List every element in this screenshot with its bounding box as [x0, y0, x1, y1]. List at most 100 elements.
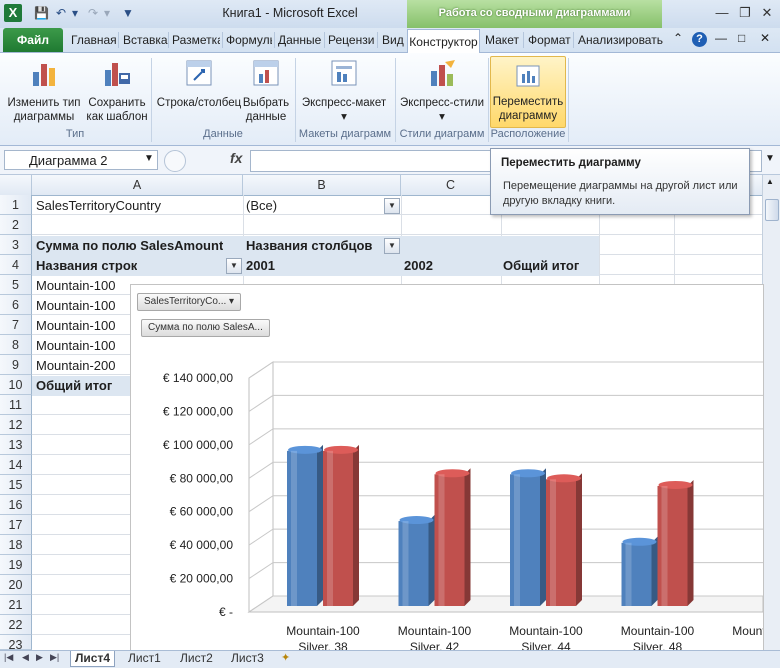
tab-page-layout[interactable]: Разметка [172, 33, 220, 47]
undo-icon[interactable]: ↶ [56, 6, 66, 20]
row-header[interactable]: 12 [0, 415, 32, 435]
cell-a7[interactable]: Mountain-100 [36, 316, 130, 336]
row-header[interactable]: 15 [0, 475, 32, 495]
switch-row-column-button[interactable]: Строка/столбец [155, 58, 243, 110]
change-chart-type-button[interactable]: Изменить тип диаграммы [6, 58, 82, 124]
row-header[interactable]: 2 [0, 215, 32, 235]
row-header[interactable]: 22 [0, 615, 32, 635]
cell-a1[interactable]: SalesTerritoryCountry [36, 196, 161, 216]
cell-a8[interactable]: Mountain-100 [36, 336, 130, 356]
tab-view[interactable]: Вид [382, 33, 404, 47]
sheet-tab[interactable]: Лист2 [176, 651, 217, 666]
excel-app-icon[interactable]: X [4, 4, 22, 22]
tab-data[interactable]: Данные [278, 33, 321, 47]
minimize-icon[interactable]: — [712, 4, 732, 22]
row-header[interactable]: 7 [0, 315, 32, 335]
row-header[interactable]: 4 [0, 255, 32, 275]
row-header[interactable]: 23 [0, 635, 32, 652]
close-icon[interactable]: ✕ [757, 4, 777, 22]
row-header[interactable]: 16 [0, 495, 32, 515]
cell-a5[interactable]: Mountain-100 [36, 276, 130, 296]
undo-dropdown-icon[interactable]: ▾ [72, 6, 78, 20]
next-sheet-icon[interactable]: ▶ [36, 652, 43, 663]
column-header-a[interactable]: A [32, 175, 243, 195]
quick-styles-dropdown-icon: ▾ [439, 111, 445, 123]
row-header[interactable]: 10 [0, 375, 32, 395]
cell-a9[interactable]: Mountain-200 [36, 356, 130, 376]
cell-b1[interactable]: (Все) [246, 196, 277, 216]
redo-icon[interactable]: ↷ [88, 6, 98, 20]
sheet-tab[interactable]: Лист1 [124, 651, 165, 666]
restore-icon[interactable]: ❐ [735, 4, 755, 22]
name-box[interactable]: Диаграмма 2 [4, 150, 158, 170]
row-header[interactable]: 18 [0, 535, 32, 555]
insert-sheet-icon[interactable]: ✦ [281, 651, 297, 665]
vertical-scroll-thumb[interactable] [765, 199, 779, 221]
tooltip-title: Переместить диаграмму [501, 157, 641, 169]
cell-a6[interactable]: Mountain-100 [36, 296, 130, 316]
cell-a3[interactable]: Сумма по полю SalesAmount [36, 236, 223, 256]
row-labels-filter-icon[interactable]: ▼ [226, 258, 242, 274]
select-data-button[interactable]: Выбрать данные [240, 58, 292, 124]
insert-function-icon[interactable]: fx [230, 150, 242, 166]
sheet-tab[interactable]: Лист3 [227, 651, 268, 666]
scroll-up-icon[interactable]: ▲ [766, 177, 774, 186]
row-header[interactable]: 11 [0, 395, 32, 415]
help-icon[interactable]: ? [692, 32, 707, 47]
tab-review[interactable]: Рецензи [328, 33, 376, 47]
row-header[interactable]: 19 [0, 555, 32, 575]
tab-format[interactable]: Формат [528, 33, 571, 47]
cell-b3[interactable]: Названия столбцов [246, 236, 372, 256]
chart-bar-highlight [625, 542, 632, 606]
file-tab[interactable]: Файл [3, 28, 63, 52]
name-box-dropdown-icon[interactable]: ▼ [144, 153, 154, 164]
last-sheet-icon[interactable]: ▶| [50, 652, 59, 663]
minimize-ribbon-icon[interactable]: ⌃ [673, 31, 683, 45]
quick-styles-button[interactable]: Экспресс-стили ▾ [397, 58, 487, 124]
row-header[interactable]: 21 [0, 595, 32, 615]
tab-design[interactable]: Конструктор [407, 29, 480, 54]
first-sheet-icon[interactable]: |◀ [4, 652, 13, 663]
tab-home[interactable]: Главная [71, 33, 117, 47]
cell-d4[interactable]: Общий итог [503, 256, 579, 276]
column-header-b[interactable]: B [243, 175, 401, 195]
row-header[interactable]: 1 [0, 195, 32, 215]
sheet-tab-active[interactable]: Лист4 [70, 651, 116, 667]
prev-sheet-icon[interactable]: ◀ [22, 652, 29, 663]
tab-layout[interactable]: Макет [485, 33, 519, 47]
y-tick-label: € 140 000,00 [163, 371, 233, 385]
redo-dropdown-icon[interactable]: ▾ [104, 6, 110, 20]
tab-formulas[interactable]: Формулы [226, 33, 272, 47]
workbook-close-icon[interactable]: ✕ [760, 31, 770, 45]
expand-formula-bar-icon[interactable]: ▼ [765, 153, 775, 164]
workbook-restore-icon[interactable]: □ [738, 31, 745, 45]
row-header[interactable]: 13 [0, 435, 32, 455]
row-header[interactable]: 17 [0, 515, 32, 535]
row-header[interactable]: 3 [0, 235, 32, 255]
report-filter-dropdown-icon[interactable]: ▼ [384, 198, 400, 214]
cell-a4[interactable]: Названия строк [36, 256, 137, 276]
workbook-minimize-icon[interactable]: — [715, 31, 727, 45]
row-header[interactable]: 8 [0, 335, 32, 355]
cell-c4[interactable]: 2002 [404, 256, 433, 276]
save-icon[interactable]: 💾 [34, 6, 49, 20]
row-header[interactable]: 6 [0, 295, 32, 315]
quick-layout-button[interactable]: Экспресс-макет ▾ [298, 58, 390, 124]
vertical-scrollbar[interactable]: ▲ [762, 175, 780, 650]
row-header[interactable]: 9 [0, 355, 32, 375]
customize-qat-icon[interactable]: ▼ [122, 6, 134, 20]
row-header[interactable]: 20 [0, 575, 32, 595]
move-chart-button[interactable]: Переместить диаграмму [490, 56, 566, 128]
column-labels-filter-icon[interactable]: ▼ [384, 238, 400, 254]
cell-b4[interactable]: 2001 [246, 256, 275, 276]
tab-analyze[interactable]: Анализировать [578, 33, 663, 47]
select-all-corner[interactable] [0, 175, 32, 195]
save-as-template-button[interactable]: Сохранить как шаблон [84, 58, 150, 124]
row-header[interactable]: 5 [0, 275, 32, 295]
pivot-chart[interactable]: SalesTerritoryCo... ▾ Сумма по полю Sale… [130, 284, 764, 652]
row-header[interactable]: 14 [0, 455, 32, 475]
column-header-c[interactable]: C [401, 175, 501, 195]
formula-bar-splitter-icon[interactable] [164, 150, 186, 172]
tab-insert[interactable]: Вставка [123, 33, 168, 47]
cell-a10[interactable]: Общий итог [36, 376, 112, 396]
